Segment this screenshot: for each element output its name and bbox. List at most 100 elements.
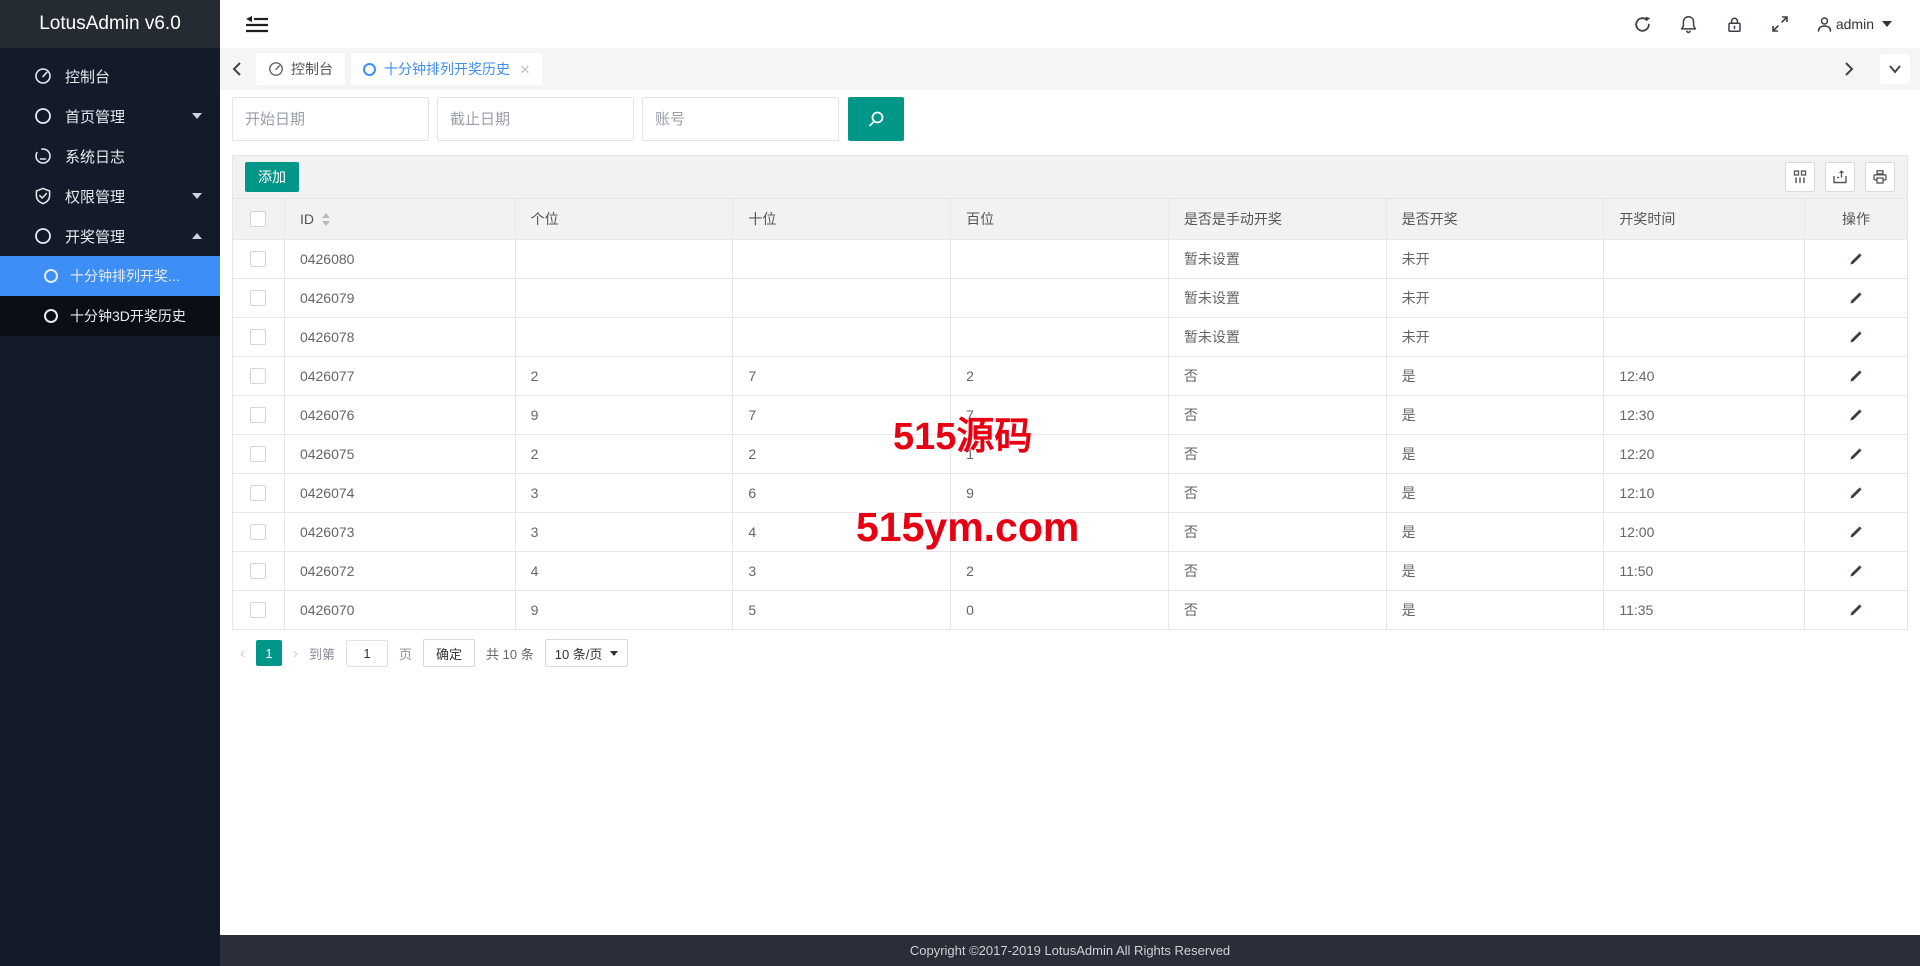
row-checkbox[interactable] [250, 602, 266, 618]
cell-shi [733, 240, 951, 278]
export-icon[interactable] [1825, 162, 1855, 192]
sidebar-subitem-label: 十分钟3D开奖历史 [70, 306, 186, 326]
end-date-input[interactable] [437, 97, 634, 141]
cell-bai [951, 318, 1169, 356]
row-checkbox[interactable] [250, 407, 266, 423]
next-page-icon[interactable]: › [293, 645, 298, 662]
cell-ge [516, 240, 734, 278]
refresh-icon[interactable] [1633, 15, 1652, 34]
username: admin [1836, 16, 1874, 32]
sidebar-item-console[interactable]: 控制台 [0, 56, 220, 96]
cell-bai [951, 513, 1169, 551]
tab-pailie-history[interactable]: 十分钟排列开奖历史 × [351, 53, 542, 85]
sidebar-item-lottery-mgmt[interactable]: 开奖管理 [0, 216, 220, 256]
edit-button[interactable] [1849, 603, 1863, 617]
tabs-menu-button[interactable] [1880, 54, 1910, 84]
cell-id: 0426078 [285, 318, 516, 356]
edit-button[interactable] [1849, 291, 1863, 305]
column-header-id[interactable]: ID [285, 199, 516, 239]
cell-bai: 9 [951, 474, 1169, 512]
sidebar-item-system-log[interactable]: 系统日志 [0, 136, 220, 176]
sort-icon[interactable] [322, 213, 330, 226]
cell-manual: 否 [1169, 357, 1387, 395]
copyright-text: Copyright ©2017-2019 LotusAdmin All Righ… [910, 943, 1230, 958]
cell-shi: 2 [733, 435, 951, 473]
dashboard-icon [34, 67, 52, 85]
row-checkbox[interactable] [250, 524, 266, 540]
goto-confirm-button[interactable]: 确定 [423, 639, 475, 667]
sidebar-collapse-icon[interactable] [246, 14, 268, 34]
user-menu[interactable]: admin [1816, 16, 1892, 33]
bell-icon[interactable] [1679, 15, 1698, 34]
table-row: 0426079 暂未设置 未开 [233, 278, 1907, 317]
cell-shi [733, 279, 951, 317]
cell-time [1604, 279, 1805, 317]
sidebar-item-home-mgmt[interactable]: 首页管理 [0, 96, 220, 136]
sidebar-subitem-pailie-history[interactable]: 十分钟排列开奖... [0, 256, 220, 296]
cell-shi: 4 [733, 513, 951, 551]
table-row: 0426070 9 5 0 否 是 11:35 [233, 590, 1907, 629]
print-icon[interactable] [1865, 162, 1895, 192]
sidebar-submenu: 十分钟排列开奖... 十分钟3D开奖历史 [0, 256, 220, 336]
cell-bai: 2 [951, 552, 1169, 590]
row-checkbox[interactable] [250, 446, 266, 462]
cell-shi: 3 [733, 552, 951, 590]
edit-button[interactable] [1849, 525, 1863, 539]
cell-time: 12:00 [1604, 513, 1805, 551]
cell-opened: 未开 [1387, 318, 1605, 356]
edit-button[interactable] [1849, 369, 1863, 383]
fullscreen-icon[interactable] [1771, 15, 1789, 33]
sidebar-menu: 控制台 首页管理 系统日志 权限管理 开奖管理 [0, 48, 220, 336]
edit-button[interactable] [1849, 564, 1863, 578]
footer: Copyright ©2017-2019 LotusAdmin All Righ… [220, 935, 1920, 966]
cell-id: 0426077 [285, 357, 516, 395]
column-header-ge: 个位 [516, 199, 734, 239]
edit-button[interactable] [1849, 447, 1863, 461]
start-date-input[interactable] [232, 97, 429, 141]
edit-button[interactable] [1849, 486, 1863, 500]
lock-icon[interactable] [1725, 15, 1744, 34]
row-checkbox[interactable] [250, 485, 266, 501]
tabs-scroll-left-icon[interactable] [232, 61, 242, 77]
cell-manual: 暂未设置 [1169, 279, 1387, 317]
cell-id: 0426076 [285, 396, 516, 434]
tab-console[interactable]: 控制台 [256, 53, 345, 85]
cell-manual: 暂未设置 [1169, 240, 1387, 278]
app-logo: LotusAdmin v6.0 [0, 0, 220, 48]
sidebar-item-permission-mgmt[interactable]: 权限管理 [0, 176, 220, 216]
filter-bar [232, 97, 904, 141]
row-checkbox[interactable] [250, 290, 266, 306]
cell-time: 12:20 [1604, 435, 1805, 473]
edit-button[interactable] [1849, 252, 1863, 266]
filter-columns-icon[interactable] [1785, 162, 1815, 192]
tabs-scroll-right-icon[interactable] [1844, 61, 1854, 77]
cell-bai [951, 279, 1169, 317]
account-input[interactable] [642, 97, 839, 141]
page-number-current[interactable]: 1 [256, 640, 282, 666]
cell-opened: 是 [1387, 435, 1605, 473]
sidebar-item-label: 首页管理 [65, 106, 125, 127]
sidebar-item-label: 权限管理 [65, 186, 125, 207]
select-all-checkbox[interactable] [250, 211, 266, 227]
edit-button[interactable] [1849, 408, 1863, 422]
close-icon[interactable]: × [520, 61, 530, 78]
row-checkbox[interactable] [250, 251, 266, 267]
cell-bai: 7 [951, 396, 1169, 434]
row-checkbox[interactable] [250, 368, 266, 384]
edit-button[interactable] [1849, 330, 1863, 344]
page-size-select[interactable]: 10 条/页 [545, 639, 629, 667]
add-button[interactable]: 添加 [245, 162, 299, 192]
row-checkbox[interactable] [250, 329, 266, 345]
cell-time: 12:10 [1604, 474, 1805, 512]
sidebar-subitem-3d-history[interactable]: 十分钟3D开奖历史 [0, 296, 220, 336]
cell-bai: 0 [951, 591, 1169, 629]
search-button[interactable] [848, 97, 904, 141]
table-row: 0426073 3 4 否 是 12:00 [233, 512, 1907, 551]
table-card: 添加 ID 个位 十位 百位 是否是手动开奖 是否开奖 开奖时间 [232, 155, 1908, 667]
prev-page-icon[interactable]: ‹ [240, 645, 245, 662]
dashboard-icon [268, 61, 284, 77]
row-checkbox[interactable] [250, 563, 266, 579]
table-toolbar: 添加 [232, 155, 1908, 199]
cell-id: 0426072 [285, 552, 516, 590]
goto-page-input[interactable] [346, 640, 388, 667]
